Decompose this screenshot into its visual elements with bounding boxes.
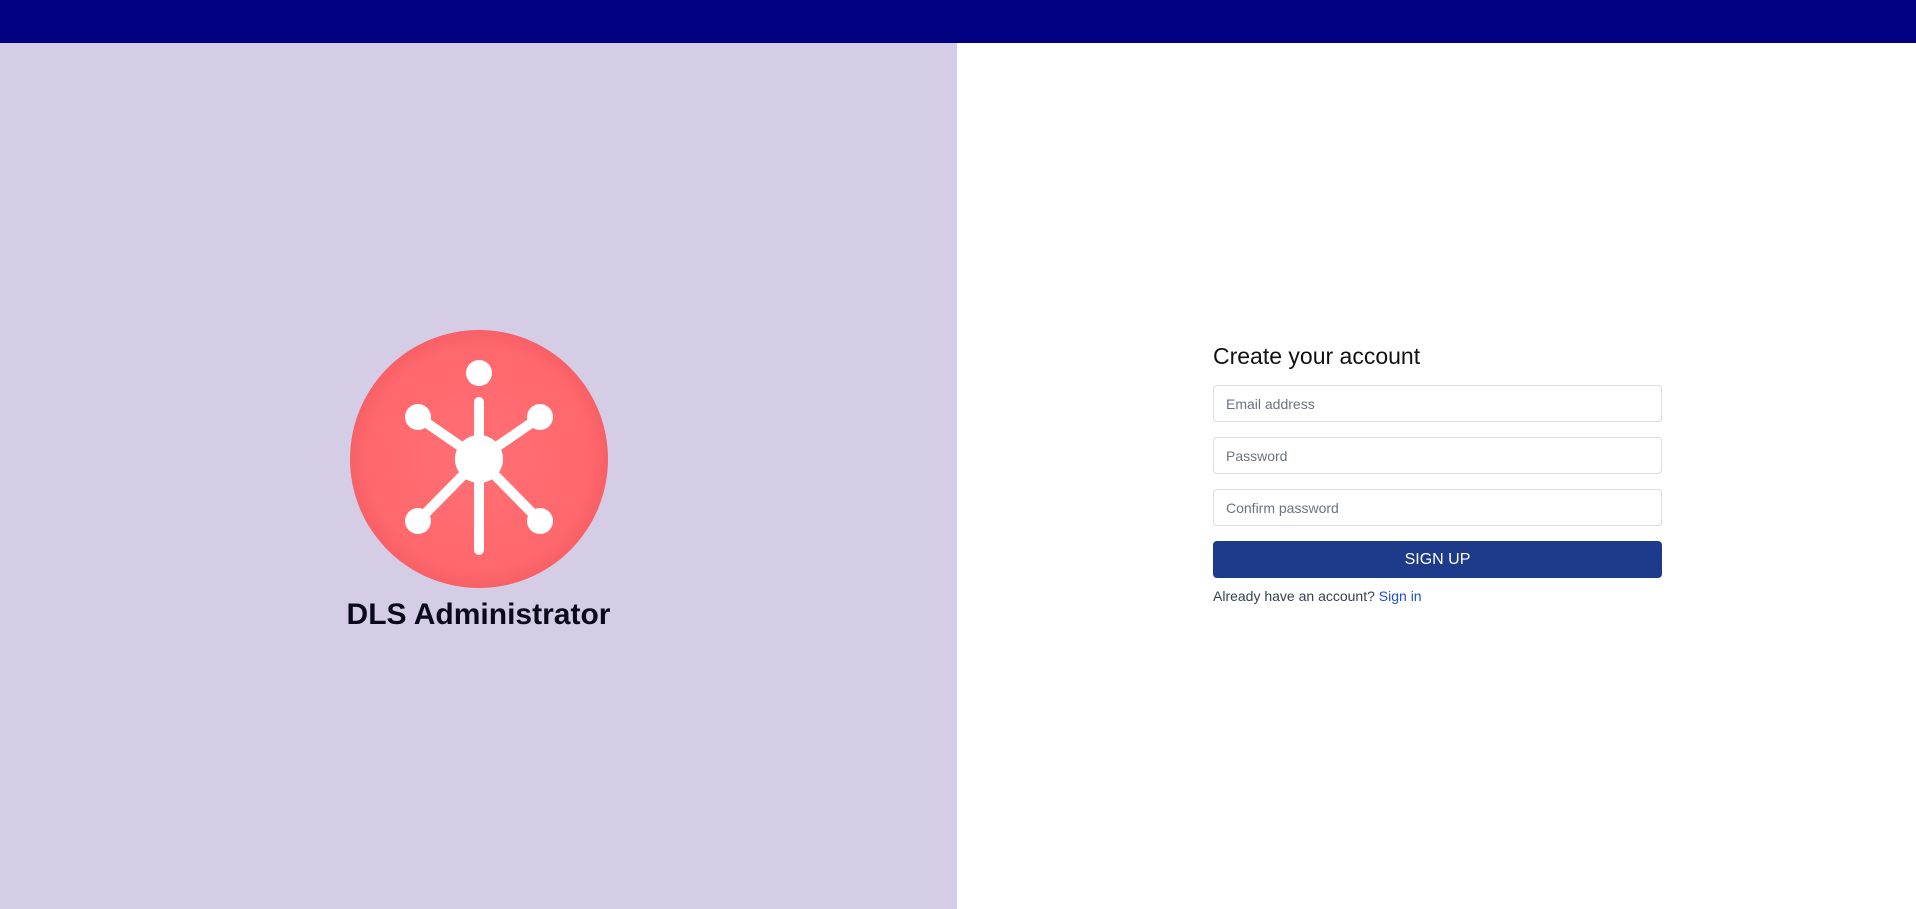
top-bar [0, 0, 1916, 43]
password-input[interactable] [1213, 437, 1662, 474]
branding-panel: DLS Administrator [0, 43, 957, 909]
sign-up-button[interactable]: SIGN UP [1213, 541, 1662, 578]
signin-row: Already have an account? Sign in [1213, 588, 1662, 604]
network-hub-icon [350, 330, 608, 588]
email-input[interactable] [1213, 385, 1662, 422]
signup-form: Create your account SIGN UP Already have… [1213, 343, 1662, 604]
sign-in-link[interactable]: Sign in [1379, 588, 1422, 604]
signin-prompt: Already have an account? [1213, 588, 1375, 604]
form-title: Create your account [1213, 343, 1421, 369]
app-title: DLS Administrator [346, 598, 611, 631]
signup-panel: Create your account SIGN UP Already have… [957, 43, 1916, 909]
confirm-password-input[interactable] [1213, 489, 1662, 526]
